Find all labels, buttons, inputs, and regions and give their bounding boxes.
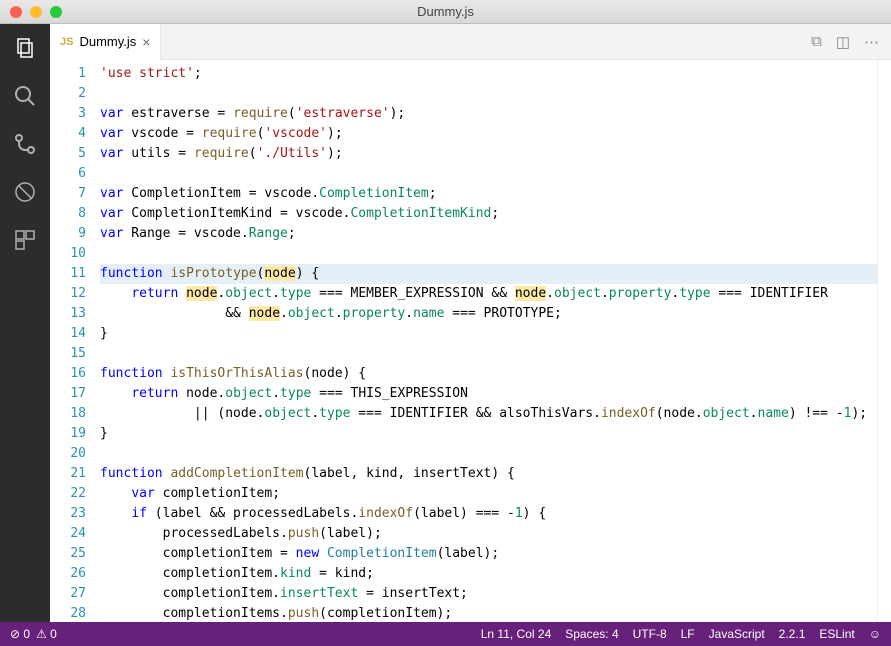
code-line[interactable] [100,344,877,364]
encoding[interactable]: UTF-8 [633,627,667,641]
code-line[interactable]: && node.object.property.name === PROTOTY… [100,304,877,324]
main-area: JS Dummy.js × ⧉ ◫ ⋯ 12345678910111213141… [0,24,891,622]
compare-icon[interactable]: ⧉ [811,33,822,51]
code-line[interactable]: return node.object.type === THIS_EXPRESS… [100,384,877,404]
close-tab-icon[interactable]: × [142,34,150,50]
code-line[interactable]: 'use strict'; [100,64,877,84]
code-line[interactable]: function isThisOrThisAlias(node) { [100,364,877,384]
titlebar: Dummy.js [0,0,891,24]
tab-bar: JS Dummy.js × ⧉ ◫ ⋯ [50,24,891,60]
tab-dummy-js[interactable]: JS Dummy.js × [50,24,161,60]
editor-area: JS Dummy.js × ⧉ ◫ ⋯ 12345678910111213141… [50,24,891,622]
extensions-icon[interactable] [11,226,39,254]
version[interactable]: 2.2.1 [779,627,806,641]
code-line[interactable]: } [100,324,877,344]
code-editor[interactable]: 1234567891011121314151617181920212223242… [50,60,891,622]
language-mode[interactable]: JavaScript [709,627,765,641]
tab-label: Dummy.js [79,34,136,49]
cursor-position[interactable]: Ln 11, Col 24 [481,627,552,641]
code-line[interactable]: completionItem.kind = kind; [100,564,877,584]
code-line[interactable]: } [100,424,877,444]
code-line[interactable]: function addCompletionItem(label, kind, … [100,464,877,484]
indentation[interactable]: Spaces: 4 [565,627,618,641]
code-line[interactable]: processedLabels.push(label); [100,524,877,544]
search-icon[interactable] [11,82,39,110]
code-line[interactable]: completionItem = new CompletionItem(labe… [100,544,877,564]
code-line[interactable] [100,164,877,184]
status-left: ⊘ 0 ⚠ 0 [10,627,57,641]
activity-bar [0,24,50,622]
code-line[interactable]: function isPrototype(node) { [100,264,877,284]
js-file-icon: JS [60,36,73,48]
linter[interactable]: ESLint [819,627,854,641]
code-line[interactable] [100,444,877,464]
code-line[interactable]: var utils = require('./Utils'); [100,144,877,164]
minimap[interactable] [877,60,891,622]
code-line[interactable]: || (node.object.type === IDENTIFIER && a… [100,404,877,424]
code-content[interactable]: 'use strict'; var estraverse = require('… [100,60,877,622]
code-line[interactable]: return node.object.type === MEMBER_EXPRE… [100,284,877,304]
more-actions-icon[interactable]: ⋯ [864,33,879,51]
code-line[interactable]: completionItems.push(completionItem); [100,604,877,622]
code-line[interactable] [100,244,877,264]
status-bar: ⊘ 0 ⚠ 0 Ln 11, Col 24 Spaces: 4 UTF-8 LF… [0,622,891,646]
line-number-gutter: 1234567891011121314151617181920212223242… [50,60,100,622]
code-line[interactable]: var completionItem; [100,484,877,504]
code-line[interactable]: var Range = vscode.Range; [100,224,877,244]
split-editor-icon[interactable]: ◫ [836,33,850,51]
explorer-icon[interactable] [11,34,39,62]
code-line[interactable]: var CompletionItemKind = vscode.Completi… [100,204,877,224]
editor-actions: ⧉ ◫ ⋯ [811,33,891,51]
debug-icon[interactable] [11,178,39,206]
code-line[interactable]: var vscode = require('vscode'); [100,124,877,144]
code-line[interactable]: completionItem.insertText = insertText; [100,584,877,604]
window-title: Dummy.js [0,4,891,19]
status-right: Ln 11, Col 24 Spaces: 4 UTF-8 LF JavaScr… [481,627,881,641]
code-line[interactable]: if (label && processedLabels.indexOf(lab… [100,504,877,524]
warnings-count[interactable]: ⚠ 0 [36,627,57,641]
feedback-icon[interactable]: ☺ [869,627,881,641]
source-control-icon[interactable] [11,130,39,158]
eol[interactable]: LF [681,627,695,641]
code-line[interactable]: var CompletionItem = vscode.CompletionIt… [100,184,877,204]
errors-count[interactable]: ⊘ 0 [10,627,30,641]
code-line[interactable] [100,84,877,104]
code-line[interactable]: var estraverse = require('estraverse'); [100,104,877,124]
